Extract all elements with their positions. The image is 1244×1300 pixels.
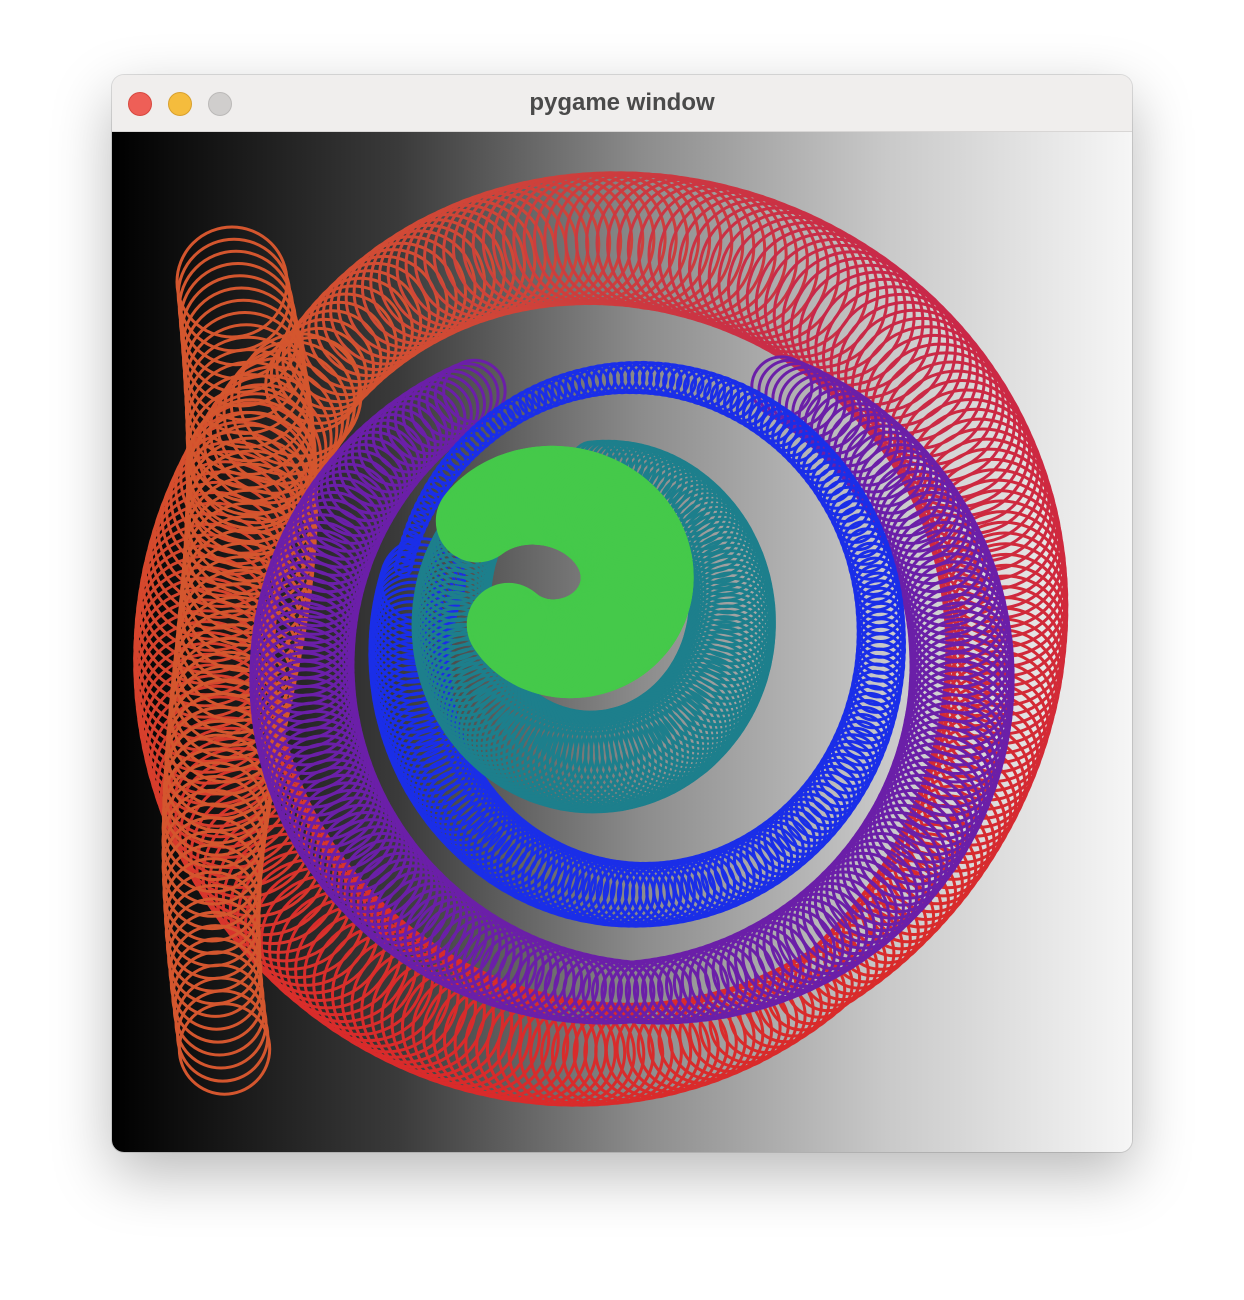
title-bar[interactable]: pygame window bbox=[112, 75, 1132, 132]
window-title: pygame window bbox=[529, 89, 715, 116]
pygame-window: pygame window bbox=[112, 75, 1132, 1152]
spirograph-drawing bbox=[133, 171, 1069, 1107]
spiro-ring bbox=[175, 225, 289, 339]
pygame-canvas[interactable] bbox=[112, 132, 1132, 1152]
